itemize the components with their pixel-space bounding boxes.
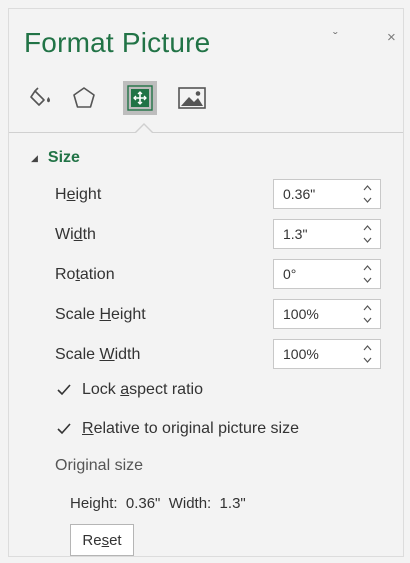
tabs-divider [9, 132, 403, 133]
checkmark-icon [56, 382, 72, 398]
pentagon-effects-icon [73, 87, 95, 108]
checkmark-icon [56, 421, 72, 437]
relative-to-original-checkbox[interactable]: Relative to original picture size [56, 420, 299, 438]
expand-triangle-icon: ◢ [31, 152, 38, 163]
reset-button[interactable]: Re s et [70, 524, 134, 556]
decrease-width-icon[interactable] [363, 235, 372, 244]
tab-picture[interactable] [175, 81, 209, 115]
relative-to-original-label: Relative to original picture size [82, 420, 299, 437]
scale-height-label: Scale Height [55, 306, 146, 323]
original-size-values: Height: 0.36" Width: 1.3" [70, 495, 246, 512]
decrease-scale-width-icon[interactable] [363, 355, 372, 364]
rotation-input[interactable] [274, 260, 361, 288]
decrease-height-icon[interactable] [363, 195, 372, 204]
increase-scale-width-icon[interactable] [363, 344, 372, 353]
close-icon[interactable]: × [387, 29, 396, 46]
increase-width-icon[interactable] [363, 224, 372, 233]
size-section-header[interactable]: ◢ Size [31, 149, 80, 167]
scale-height-input[interactable] [274, 300, 361, 328]
tab-fill-line[interactable] [24, 81, 58, 115]
scale-height-spinner [273, 299, 381, 329]
decrease-scale-height-icon[interactable] [363, 315, 372, 324]
pane-title: Format Picture [24, 27, 211, 58]
format-picture-pane: Format Picture ˇ × ◢ Size Height 0.36" W… [8, 8, 404, 557]
increase-rotation-icon[interactable] [363, 264, 372, 273]
scale-width-label: Scale Width [55, 346, 141, 363]
width-spinner [273, 219, 381, 249]
lock-aspect-ratio-checkbox[interactable]: Lock aspect ratio [56, 381, 203, 399]
picture-icon [178, 87, 206, 109]
scale-width-spinner [273, 339, 381, 369]
width-label: Width [55, 226, 96, 243]
lock-aspect-ratio-label: Lock aspect ratio [82, 381, 203, 398]
tab-size-properties[interactable] [123, 81, 157, 115]
width-input[interactable] [274, 220, 361, 248]
height-input[interactable] [274, 180, 361, 208]
pane-options-chevron-icon[interactable]: ˇ [333, 29, 338, 45]
decrease-rotation-icon[interactable] [363, 275, 372, 284]
increase-scale-height-icon[interactable] [363, 304, 372, 313]
scale-width-input[interactable] [274, 340, 361, 368]
section-title: Size [47, 149, 80, 166]
size-properties-icon [127, 85, 153, 111]
height-spinner [273, 179, 381, 209]
fill-bucket-icon [30, 87, 50, 106]
increase-height-icon[interactable] [363, 184, 372, 193]
rotation-spinner [273, 259, 381, 289]
original-size-label: Original size [55, 457, 144, 474]
tab-effects[interactable] [67, 81, 101, 115]
height-label: Height [55, 186, 102, 203]
rotation-label: Rotation [55, 266, 115, 283]
